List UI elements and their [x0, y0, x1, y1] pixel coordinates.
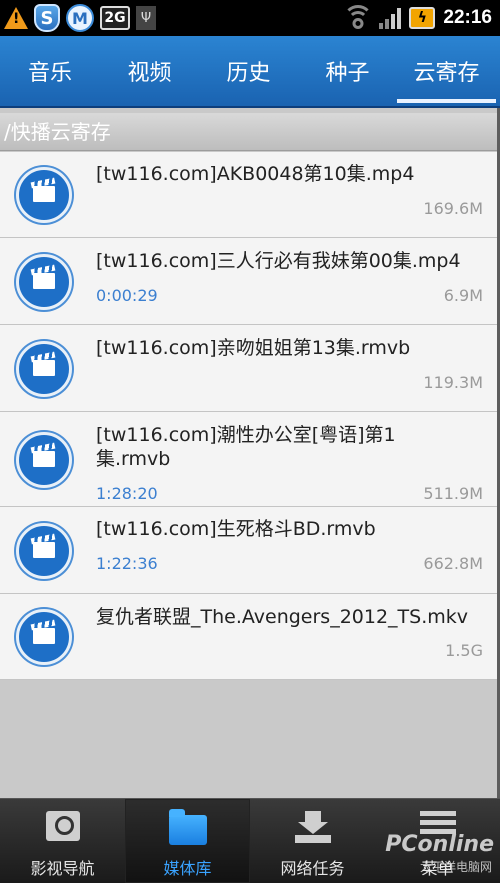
- file-list-item[interactable]: [tw116.com]三人行必有我妹第00集.mp4 0:00:29 6.9M: [0, 238, 497, 325]
- folder-icon: [168, 809, 207, 845]
- download-icon: [294, 811, 331, 843]
- status-bar: ! S M 2G Ψ ϟ 22:16: [0, 0, 500, 36]
- tab-cloud-storage[interactable]: 云寄存: [397, 36, 496, 106]
- m-badge-icon: M: [66, 4, 94, 32]
- file-duration: 1:22:36: [96, 554, 158, 573]
- status-right-icons: ϟ 22:16: [343, 3, 492, 33]
- file-list-item[interactable]: [tw116.com]潮性办公室[粤语]第1集.rmvb 1:28:20 511…: [0, 412, 497, 507]
- nav-network-tasks[interactable]: 网络任务: [250, 799, 375, 883]
- tab-history[interactable]: 历史: [199, 36, 298, 106]
- tab-torrent[interactable]: 种子: [298, 36, 397, 106]
- file-list-item[interactable]: [tw116.com]亲吻姐姐第13集.rmvb 119.3M: [0, 325, 497, 412]
- active-tab-indicator: [397, 99, 496, 103]
- tab-video[interactable]: 视频: [100, 36, 199, 106]
- film-search-icon: [45, 811, 80, 841]
- status-left-icons: ! S M 2G Ψ: [4, 3, 156, 33]
- file-size: 511.9M: [423, 484, 483, 503]
- battery-charging-icon: ϟ: [409, 7, 436, 29]
- file-name: [tw116.com]三人行必有我妹第00集.mp4: [96, 250, 461, 272]
- file-size: 169.6M: [423, 199, 483, 218]
- tab-music[interactable]: 音乐: [0, 36, 100, 106]
- file-size: 6.9M: [443, 286, 483, 305]
- video-file-icon: [16, 167, 72, 223]
- video-file-icon: [16, 254, 72, 310]
- nav-label: 影视导航: [30, 859, 95, 878]
- nav-label: 媒体库: [163, 859, 212, 878]
- video-file-icon: [16, 523, 72, 579]
- shield-s-icon: S: [34, 4, 60, 32]
- sd-card-icon: 2G: [100, 6, 130, 30]
- file-list-item[interactable]: 复仇者联盟_The.Avengers_2012_TS.mkv 1.5G: [0, 594, 497, 680]
- watermark-brand: PConline: [385, 832, 494, 857]
- file-size: 1.5G: [445, 641, 483, 660]
- clock: 22:16: [443, 7, 492, 28]
- file-list-item[interactable]: [tw116.com]AKB0048第10集.mp4 169.6M: [0, 152, 497, 238]
- signal-icon: [379, 7, 402, 29]
- file-name: 复仇者联盟_The.Avengers_2012_TS.mkv: [96, 606, 469, 628]
- file-name: [tw116.com]潮性办公室[粤语]第1集.rmvb: [96, 424, 396, 470]
- file-name: [tw116.com]AKB0048第10集.mp4: [96, 163, 415, 185]
- top-tab-bar: 音乐 视频 历史 种子 云寄存: [0, 36, 500, 108]
- usb-icon: Ψ: [136, 6, 156, 30]
- watermark-subtitle: 太平洋电脑网: [419, 860, 492, 874]
- nav-media-library[interactable]: 媒体库: [125, 799, 250, 883]
- video-file-icon: [16, 609, 72, 665]
- video-file-icon: [16, 341, 72, 397]
- file-size: 662.8M: [423, 554, 483, 573]
- file-name: [tw116.com]亲吻姐姐第13集.rmvb: [96, 337, 411, 359]
- file-size: 119.3M: [423, 373, 483, 392]
- file-list-item[interactable]: [tw116.com]生死格斗BD.rmvb 1:22:36 662.8M: [0, 507, 497, 594]
- wifi-icon: [343, 5, 374, 29]
- file-duration: 1:28:20: [96, 484, 158, 503]
- nav-label: 网络任务: [280, 859, 345, 878]
- video-file-icon: [16, 432, 72, 488]
- file-name: [tw116.com]生死格斗BD.rmvb: [96, 518, 376, 540]
- path-header: /快播云寄存: [0, 113, 500, 151]
- warning-icon: !: [4, 7, 28, 29]
- nav-video-guide[interactable]: 影视导航: [0, 799, 125, 883]
- file-duration: 0:00:29: [96, 286, 158, 305]
